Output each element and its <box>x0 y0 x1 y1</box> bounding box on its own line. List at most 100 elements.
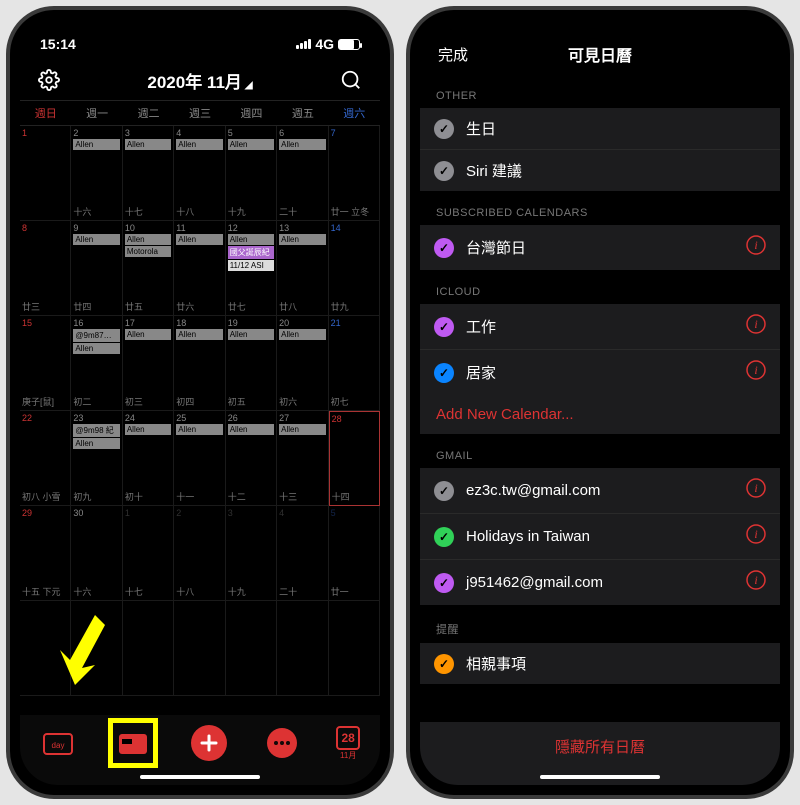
calendar-cell[interactable]: 28十四 <box>329 411 380 506</box>
calendar-row[interactable]: j951462@gmail.comi <box>420 560 780 605</box>
calendar-cell[interactable]: 18Allen初四 <box>174 316 225 411</box>
calendar-cell[interactable] <box>329 601 380 696</box>
checkmark-icon[interactable] <box>434 481 454 501</box>
calendar-cell[interactable] <box>277 601 328 696</box>
calendar-cell[interactable]: 12Allen國父誕辰紀11/12 ASI廿七 <box>226 221 277 316</box>
event-chip[interactable]: Allen <box>73 343 119 354</box>
checkmark-icon[interactable] <box>434 363 454 383</box>
checkmark-icon[interactable] <box>434 119 454 139</box>
tab-today[interactable]: 28 11月 <box>336 726 360 761</box>
event-chip[interactable]: Allen <box>228 234 274 245</box>
calendar-cell[interactable] <box>226 601 277 696</box>
calendar-cell[interactable]: 15庚子[鼠] <box>20 316 71 411</box>
calendar-cell[interactable]: 5Allen十九 <box>226 126 277 221</box>
event-chip[interactable]: @9m87語音 <box>73 329 119 342</box>
event-chip[interactable]: Allen <box>228 139 274 150</box>
info-icon[interactable]: i <box>746 524 766 549</box>
event-chip[interactable]: Allen <box>228 424 274 435</box>
calendar-cell[interactable]: 8廿三 <box>20 221 71 316</box>
settings-icon[interactable] <box>38 69 60 91</box>
home-indicator[interactable] <box>140 775 260 779</box>
search-icon[interactable] <box>340 69 362 91</box>
calendar-cell[interactable]: 27Allen十三 <box>277 411 328 506</box>
info-icon[interactable]: i <box>746 235 766 260</box>
calendar-row[interactable]: Siri 建議 <box>420 150 780 191</box>
home-indicator[interactable] <box>540 775 660 779</box>
event-chip[interactable]: 11/12 ASI <box>228 260 274 271</box>
calendar-row[interactable]: 居家i <box>420 350 780 395</box>
calendar-cell[interactable] <box>123 601 174 696</box>
calendar-cell[interactable]: 5廿一 <box>329 506 380 601</box>
event-chip[interactable]: @9m98 紀 <box>73 424 119 437</box>
calendar-row[interactable]: 工作i <box>420 304 780 350</box>
add-event-button[interactable] <box>191 725 227 761</box>
event-chip[interactable]: Allen <box>125 424 171 435</box>
calendar-cell[interactable]: 21初七 <box>329 316 380 411</box>
calendar-cell[interactable]: 4二十 <box>277 506 328 601</box>
calendar-cell[interactable]: 1 <box>20 126 71 221</box>
calendar-row[interactable]: 台灣節日i <box>420 225 780 270</box>
calendar-cell[interactable]: 7廿一 立冬 <box>329 126 380 221</box>
checkmark-icon[interactable] <box>434 573 454 593</box>
calendar-cell[interactable]: 13Allen廿八 <box>277 221 328 316</box>
info-icon[interactable]: i <box>746 478 766 503</box>
calendar-cell[interactable]: 20Allen初六 <box>277 316 328 411</box>
event-chip[interactable]: Allen <box>279 234 325 245</box>
info-icon[interactable]: i <box>746 570 766 595</box>
event-chip[interactable]: Allen <box>125 329 171 340</box>
checkmark-icon[interactable] <box>434 317 454 337</box>
event-chip[interactable]: Allen <box>125 234 171 245</box>
event-chip[interactable]: 國父誕辰紀 <box>228 246 274 259</box>
event-chip[interactable]: Motorola <box>125 246 171 257</box>
checkmark-icon[interactable] <box>434 654 454 674</box>
tab-day[interactable]: day <box>40 725 76 761</box>
calendar-cell[interactable]: 16@9m87語音Allen初二 <box>71 316 122 411</box>
event-chip[interactable]: Allen <box>176 424 222 435</box>
calendar-row[interactable]: 生日 <box>420 108 780 150</box>
tab-month[interactable] <box>115 725 151 761</box>
event-chip[interactable]: Allen <box>279 424 325 435</box>
calendar-cell[interactable]: 14廿九 <box>329 221 380 316</box>
calendar-cell[interactable]: 26Allen十二 <box>226 411 277 506</box>
calendar-cell[interactable]: 1十七 <box>123 506 174 601</box>
event-chip[interactable]: Allen <box>73 139 119 150</box>
calendar-row[interactable]: ez3c.tw@gmail.comi <box>420 468 780 514</box>
calendar-cell[interactable]: 22初八 小雪 <box>20 411 71 506</box>
calendar-cell[interactable]: 23@9m98 紀Allen初九 <box>71 411 122 506</box>
event-chip[interactable]: Allen <box>73 438 119 449</box>
calendar-cell[interactable]: 24Allen初十 <box>123 411 174 506</box>
calendar-cell[interactable]: 17Allen初三 <box>123 316 174 411</box>
event-chip[interactable]: Allen <box>176 234 222 245</box>
calendar-list[interactable]: OTHER生日Siri 建議SUBSCRIBED CALENDARS台灣節日iI… <box>420 74 780 744</box>
calendar-row[interactable]: 相親事項 <box>420 643 780 684</box>
calendar-cell[interactable]: 10AllenMotorola廿五 <box>123 221 174 316</box>
calendar-cell[interactable]: 4Allen十八 <box>174 126 225 221</box>
calendar-cell[interactable]: 3Allen十七 <box>123 126 174 221</box>
info-icon[interactable]: i <box>746 360 766 385</box>
event-chip[interactable]: Allen <box>125 139 171 150</box>
calendar-cell[interactable]: 19Allen初五 <box>226 316 277 411</box>
event-chip[interactable]: Allen <box>279 329 325 340</box>
calendar-cell[interactable]: 25Allen十一 <box>174 411 225 506</box>
month-title[interactable]: 2020年 11月◢ <box>147 68 252 93</box>
calendar-cell[interactable]: 6Allen二十 <box>277 126 328 221</box>
calendar-row[interactable]: Holidays in Taiwani <box>420 514 780 560</box>
calendar-cell[interactable] <box>174 601 225 696</box>
calendar-cell[interactable]: 30十六 <box>71 506 122 601</box>
event-chip[interactable]: Allen <box>176 139 222 150</box>
calendar-cell[interactable]: 9Allen廿四 <box>71 221 122 316</box>
calendar-cell[interactable]: 3十九 <box>226 506 277 601</box>
info-icon[interactable]: i <box>746 314 766 339</box>
calendar-cell[interactable]: 2Allen十六 <box>71 126 122 221</box>
checkmark-icon[interactable] <box>434 527 454 547</box>
calendar-cell[interactable]: 11Allen廿六 <box>174 221 225 316</box>
calendar-cell[interactable]: 29十五 下元 <box>20 506 71 601</box>
checkmark-icon[interactable] <box>434 161 454 181</box>
checkmark-icon[interactable] <box>434 238 454 258</box>
event-chip[interactable]: Allen <box>228 329 274 340</box>
event-chip[interactable]: Allen <box>279 139 325 150</box>
more-button[interactable] <box>267 728 297 758</box>
event-chip[interactable]: Allen <box>176 329 222 340</box>
event-chip[interactable]: Allen <box>73 234 119 245</box>
add-calendar-button[interactable]: Add New Calendar... <box>420 395 780 434</box>
